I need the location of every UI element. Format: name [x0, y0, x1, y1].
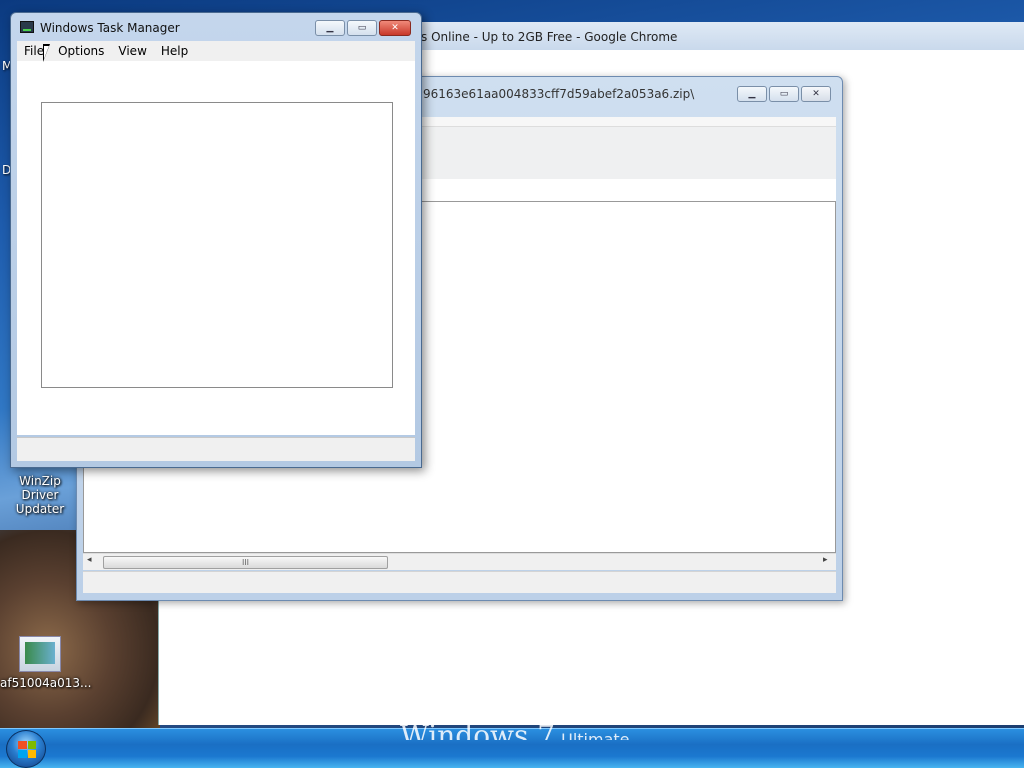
- desktop-icon-winzip-driver-updater[interactable]: WinZip Driver Updater: [0, 474, 80, 516]
- minimize-icon[interactable]: ▁: [737, 86, 767, 102]
- task-manager-icon: [20, 21, 34, 33]
- desktop-icon-label: af51004a013...: [0, 676, 92, 690]
- maximize-icon[interactable]: ▭: [769, 86, 799, 102]
- zip-status-bar: [83, 571, 836, 593]
- scroll-left-icon[interactable]: ◂: [87, 555, 92, 565]
- task-manager-content-panel[interactable]: [41, 102, 393, 388]
- maximize-icon[interactable]: ▭: [347, 20, 377, 36]
- taskbar: Windows 7 Ultimate: [0, 719, 1024, 768]
- task-manager-menubar: File Options View Help: [17, 41, 415, 61]
- task-manager-body: [17, 61, 415, 435]
- zip-window-controls: ▁ ▭ ✕: [737, 86, 831, 102]
- image-file-icon: [19, 636, 61, 672]
- close-icon[interactable]: ✕: [801, 86, 831, 102]
- scrollbar-thumb[interactable]: III: [103, 556, 388, 569]
- scroll-right-icon[interactable]: ▸: [823, 555, 828, 565]
- desktop-icon-file[interactable]: af51004a013...: [0, 636, 91, 690]
- menu-options[interactable]: Options: [51, 44, 111, 58]
- task-manager-window-controls: ▁ ▭ ✕: [315, 20, 411, 36]
- menu-help[interactable]: Help: [154, 44, 195, 58]
- chrome-window-title: s Online - Up to 2GB Free - Google Chrom…: [421, 30, 678, 44]
- task-manager-title: Windows Task Manager: [40, 21, 180, 35]
- windows-start-icon[interactable]: [6, 730, 46, 768]
- zip-horizontal-scrollbar[interactable]: ◂ III ▸: [83, 553, 836, 570]
- windows-edition-watermark: Windows 7 Ultimate: [400, 719, 630, 752]
- minimize-icon[interactable]: ▁: [315, 20, 345, 36]
- desktop-icon-label: WinZip Driver Updater: [15, 474, 65, 516]
- menu-view[interactable]: View: [111, 44, 153, 58]
- zip-window-title: 96163e61aa004833cff7d59abef2a053a6.zip\: [423, 87, 695, 101]
- close-icon[interactable]: ✕: [379, 20, 411, 36]
- task-manager-window[interactable]: Windows Task Manager ▁ ▭ ✕ File Options …: [10, 12, 422, 468]
- task-manager-status-bar: [17, 437, 415, 461]
- mouse-cursor-icon: [43, 44, 57, 62]
